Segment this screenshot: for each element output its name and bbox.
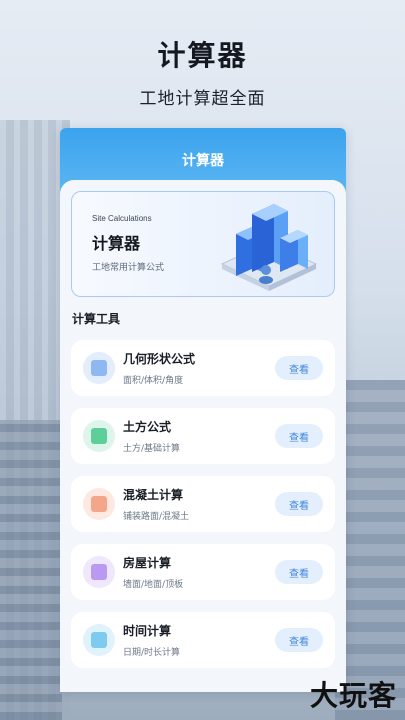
tool-description: 面积/体积/角度	[123, 376, 184, 386]
concrete-icon	[91, 496, 107, 512]
tool-name: 混凝土计算	[123, 488, 184, 502]
section-title: 计算工具	[72, 312, 121, 326]
tool-card-earthwork[interactable]: 土方公式 土方/基础计算 查看	[71, 408, 335, 464]
house-icon-bg	[83, 556, 115, 588]
view-button[interactable]: 查看	[275, 628, 323, 652]
tool-description: 日期/时长计算	[123, 648, 181, 658]
concrete-icon-bg	[83, 488, 115, 520]
buildings-illustration-icon	[220, 204, 318, 291]
calculator-banner[interactable]: Site Calculations 计算器 工地常用计算公式	[71, 191, 335, 297]
view-button[interactable]: 查看	[275, 492, 323, 516]
earthwork-icon-bg	[83, 420, 115, 452]
banner-title: 计算器	[92, 234, 141, 253]
house-icon	[91, 564, 107, 580]
tool-name: 时间计算	[123, 624, 172, 638]
tool-name: 土方公式	[123, 420, 172, 434]
tool-list: 几何形状公式 面积/体积/角度 查看 土方公式 土方/基础计算 查看 混凝土计算…	[71, 340, 335, 680]
tool-card-time[interactable]: 时间计算 日期/时长计算 查看	[71, 612, 335, 668]
watermark-logo: 大玩客	[309, 679, 397, 712]
tool-description: 土方/基础计算	[123, 444, 181, 454]
geometry-icon-bg	[83, 352, 115, 384]
earthwork-icon	[91, 428, 107, 444]
tool-card-house[interactable]: 房屋计算 墙面/地面/顶板 查看	[71, 544, 335, 600]
calendar-icon-bg	[83, 624, 115, 656]
geometry-icon	[91, 360, 107, 376]
banner-caption: Site Calculations	[92, 214, 152, 223]
view-button[interactable]: 查看	[275, 424, 323, 448]
tool-name: 几何形状公式	[123, 352, 196, 366]
tool-name: 房屋计算	[123, 556, 172, 570]
app-screen: 计算器 Site Calculations 计算器 工地常用计算公式 计算工具 …	[60, 128, 346, 692]
view-button[interactable]: 查看	[275, 560, 323, 584]
hero-subtitle: 工地计算超全面	[139, 89, 266, 109]
view-button[interactable]: 查看	[275, 356, 323, 380]
banner-description: 工地常用计算公式	[92, 263, 165, 273]
tool-card-geometry[interactable]: 几何形状公式 面积/体积/角度 查看	[71, 340, 335, 396]
tool-card-concrete[interactable]: 混凝土计算 铺装路面/混凝土 查看	[71, 476, 335, 532]
calendar-icon	[91, 632, 107, 648]
hero-title: 计算器	[157, 39, 248, 72]
tool-description: 铺装路面/混凝土	[123, 512, 190, 522]
tool-description: 墙面/地面/顶板	[123, 580, 184, 590]
content-panel: Site Calculations 计算器 工地常用计算公式 计算工具 几何形状…	[60, 180, 346, 692]
background-building-left-lower	[0, 420, 62, 720]
